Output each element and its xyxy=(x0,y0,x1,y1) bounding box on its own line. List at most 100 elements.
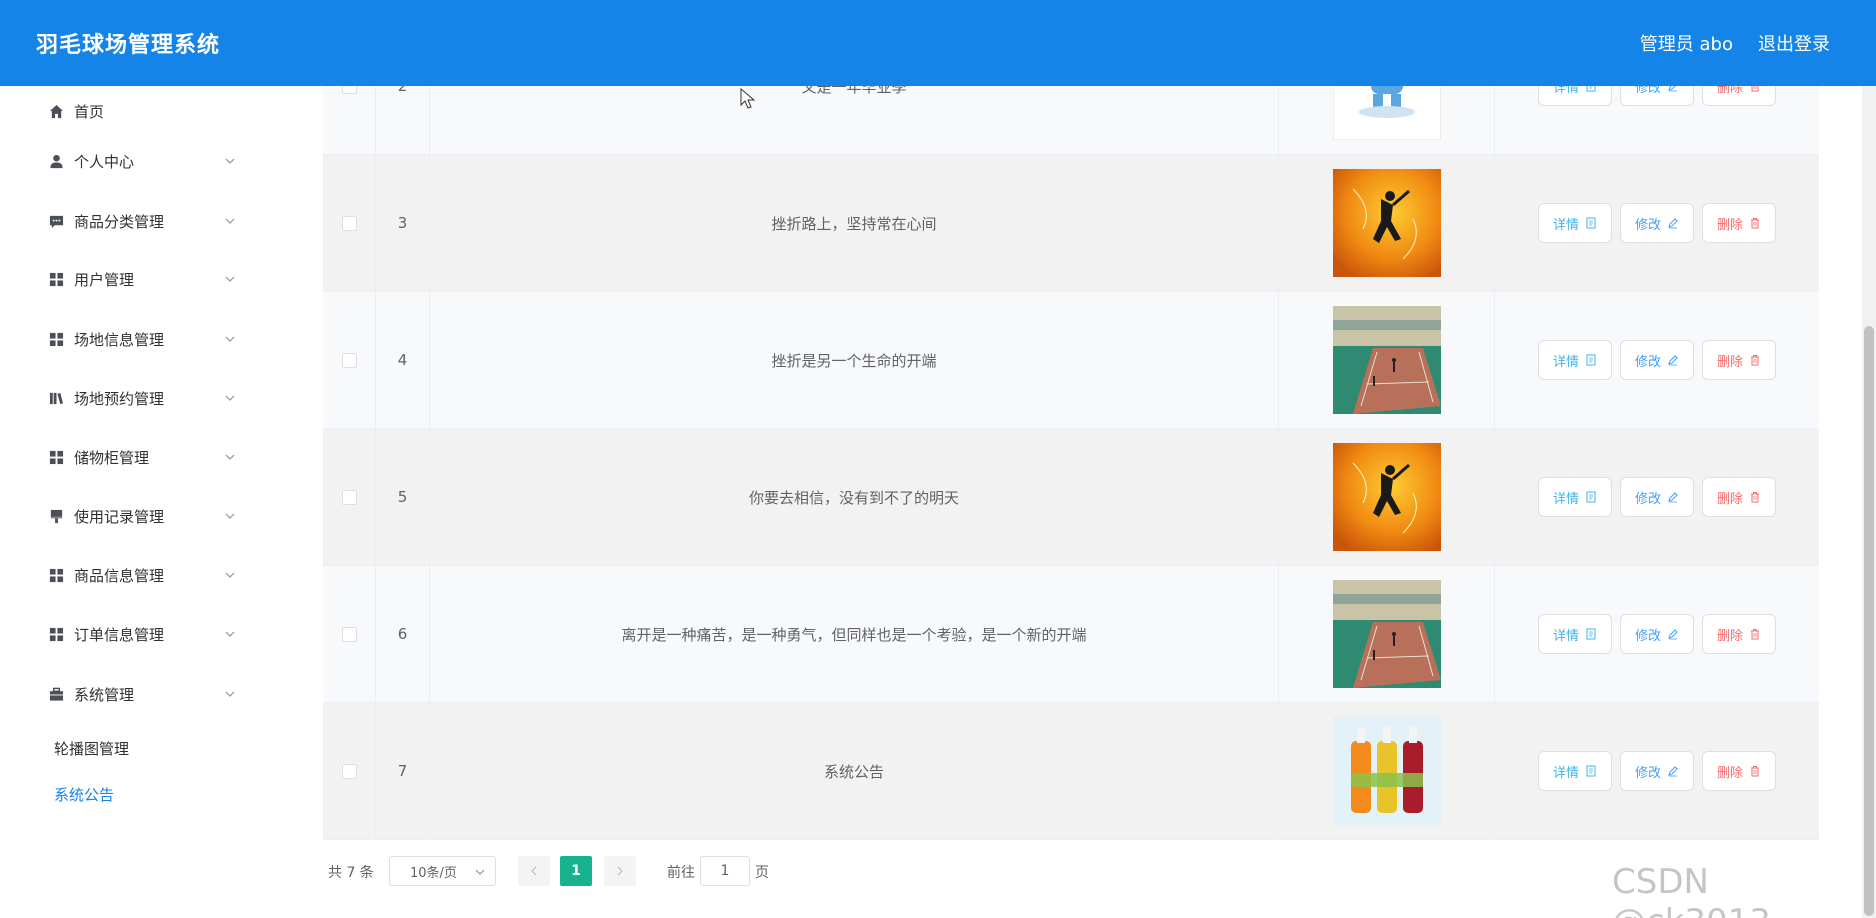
delete-button-label: 删除 xyxy=(1717,764,1744,780)
edit-button[interactable]: 修改 xyxy=(1619,751,1694,791)
trash-icon xyxy=(1749,491,1761,503)
row-select-cell xyxy=(323,292,376,428)
detail-button-label: 详情 xyxy=(1552,627,1579,643)
pagination-total: 共 7 条 xyxy=(328,865,374,881)
detail-button[interactable]: 详情 xyxy=(1537,203,1612,243)
chevron-left-icon xyxy=(531,866,537,876)
sidebar-item-label: 储物柜管理 xyxy=(74,448,150,467)
brush-icon xyxy=(48,508,64,524)
row-title: 挫折路上，坚持常在心间 xyxy=(430,155,1279,291)
chevron-down-icon xyxy=(224,390,236,402)
goto-page-input[interactable] xyxy=(700,856,750,886)
detail-button[interactable]: 详情 xyxy=(1537,614,1612,654)
sidebar-item-9[interactable]: 商品信息管理 xyxy=(0,550,280,600)
edit-button[interactable]: 修改 xyxy=(1619,614,1694,654)
row-index: 7 xyxy=(376,703,430,839)
file-icon xyxy=(1585,765,1597,777)
current-user: 管理员 abo xyxy=(1639,34,1733,55)
row-image-cell xyxy=(1279,566,1495,702)
row-checkbox[interactable] xyxy=(341,352,357,368)
row-title: 你要去相信，没有到不了的明天 xyxy=(430,429,1279,565)
notice-thumbnail[interactable] xyxy=(1332,443,1441,551)
notice-thumbnail[interactable] xyxy=(1332,306,1441,414)
delete-button-label: 删除 xyxy=(1717,490,1744,506)
sidebar-item-11[interactable]: 系统管理 xyxy=(0,669,280,719)
sidebar: 首页个人中心商品分类管理用户管理场地信息管理场地预约管理 储物柜管理使用记录管理商… xyxy=(0,86,280,918)
app-title: 羽毛球场管理系统 xyxy=(36,33,221,58)
edit-button[interactable]: 修改 xyxy=(1619,203,1694,243)
chevron-down-icon xyxy=(224,449,236,461)
detail-button[interactable]: 详情 xyxy=(1537,477,1612,517)
notice-thumbnail[interactable] xyxy=(1332,580,1441,688)
chevron-right-icon xyxy=(617,866,623,876)
edit-button-label: 修改 xyxy=(1634,627,1661,643)
row-index: 5 xyxy=(376,429,430,565)
pencil-icon xyxy=(1667,217,1679,229)
edit-button[interactable]: 修改 xyxy=(1619,477,1694,517)
sidebar-subitem-2[interactable]: 系统公告 xyxy=(0,774,280,814)
row-image-cell xyxy=(1279,703,1495,839)
row-checkbox[interactable] xyxy=(341,215,357,231)
sidebar-item-8[interactable]: 使用记录管理 xyxy=(0,491,280,541)
detail-button-label: 详情 xyxy=(1552,353,1579,369)
sidebar-item-7[interactable]: 储物柜管理 xyxy=(0,432,280,482)
trash-icon xyxy=(1749,354,1761,366)
sidebar-item-5[interactable]: 场地信息管理 xyxy=(0,314,280,364)
delete-button[interactable]: 删除 xyxy=(1702,340,1777,380)
page-number-current[interactable]: 1 xyxy=(560,856,592,886)
sidebar-item-label: 场地预约管理 xyxy=(74,389,165,408)
row-title: 离开是一种痛苦，是一种勇气，但同样也是一个考验，是一个新的开端 xyxy=(430,566,1279,702)
detail-button-label: 详情 xyxy=(1552,764,1579,780)
row-checkbox[interactable] xyxy=(341,763,357,779)
row-actions: 详情 修改 删除 xyxy=(1495,429,1819,565)
logout-link[interactable]: 退出登录 xyxy=(1758,30,1830,56)
edit-button[interactable]: 修改 xyxy=(1619,340,1694,380)
delete-button[interactable]: 删除 xyxy=(1702,477,1777,517)
sidebar-item-10[interactable]: 订单信息管理 xyxy=(0,609,280,659)
sidebar-item-1[interactable]: 首页 xyxy=(0,86,280,136)
delete-button[interactable]: 删除 xyxy=(1702,203,1777,243)
prev-page-button[interactable] xyxy=(518,856,550,886)
file-icon xyxy=(1585,491,1597,503)
sidebar-item-3[interactable]: 商品分类管理 xyxy=(0,196,280,246)
grid-icon xyxy=(48,331,64,347)
delete-button[interactable]: 删除 xyxy=(1702,614,1777,654)
row-actions: 详情 修改 删除 xyxy=(1495,566,1819,702)
sidebar-item-label: 个人中心 xyxy=(74,152,135,171)
row-checkbox[interactable] xyxy=(341,626,357,642)
table-row: 7 系统公告 详情 修改 删除 xyxy=(323,703,1819,840)
next-page-button[interactable] xyxy=(604,856,636,886)
chevron-down-icon xyxy=(224,331,236,343)
trash-icon xyxy=(1749,765,1761,777)
notice-thumbnail[interactable] xyxy=(1332,169,1441,277)
file-icon xyxy=(1585,217,1597,229)
sidebar-item-label: 首页 xyxy=(74,102,105,121)
sidebar-subitem-1[interactable]: 轮播图管理 xyxy=(0,728,280,768)
goto-label: 前往 xyxy=(667,865,695,881)
row-checkbox[interactable] xyxy=(341,489,357,505)
sidebar-item-label: 用户管理 xyxy=(74,270,135,289)
edit-button-label: 修改 xyxy=(1634,216,1661,232)
pagination: 共 7 条 10条/页 1 前往 页 xyxy=(0,856,1876,886)
briefcase-icon xyxy=(48,686,64,702)
page-size-value: 10条/页 xyxy=(410,865,457,881)
page-size-select[interactable]: 10条/页 xyxy=(389,856,496,886)
notice-thumbnail[interactable] xyxy=(1332,717,1441,825)
delete-button[interactable]: 删除 xyxy=(1702,751,1777,791)
sidebar-item-2[interactable]: 个人中心 xyxy=(0,136,280,186)
row-select-cell xyxy=(323,566,376,702)
watermark: CSDN @ck3013 xyxy=(1612,862,1771,918)
sidebar-item-label: 订单信息管理 xyxy=(74,625,165,644)
sidebar-item-4[interactable]: 用户管理 xyxy=(0,254,280,304)
chevron-down-icon xyxy=(224,153,236,165)
row-actions: 详情 修改 删除 xyxy=(1495,155,1819,291)
row-actions: 详情 修改 删除 xyxy=(1495,703,1819,839)
table-row: 4 挫折是另一个生命的开端 详情 修改 删除 xyxy=(323,292,1819,429)
page-scrollbar[interactable] xyxy=(1862,86,1876,918)
sidebar-subitem-label: 系统公告 xyxy=(54,785,115,804)
detail-button[interactable]: 详情 xyxy=(1537,751,1612,791)
detail-button[interactable]: 详情 xyxy=(1537,340,1612,380)
sidebar-item-6[interactable]: 场地预约管理 xyxy=(0,373,280,423)
row-image-cell xyxy=(1279,155,1495,291)
scrollbar-thumb[interactable] xyxy=(1864,326,1874,916)
